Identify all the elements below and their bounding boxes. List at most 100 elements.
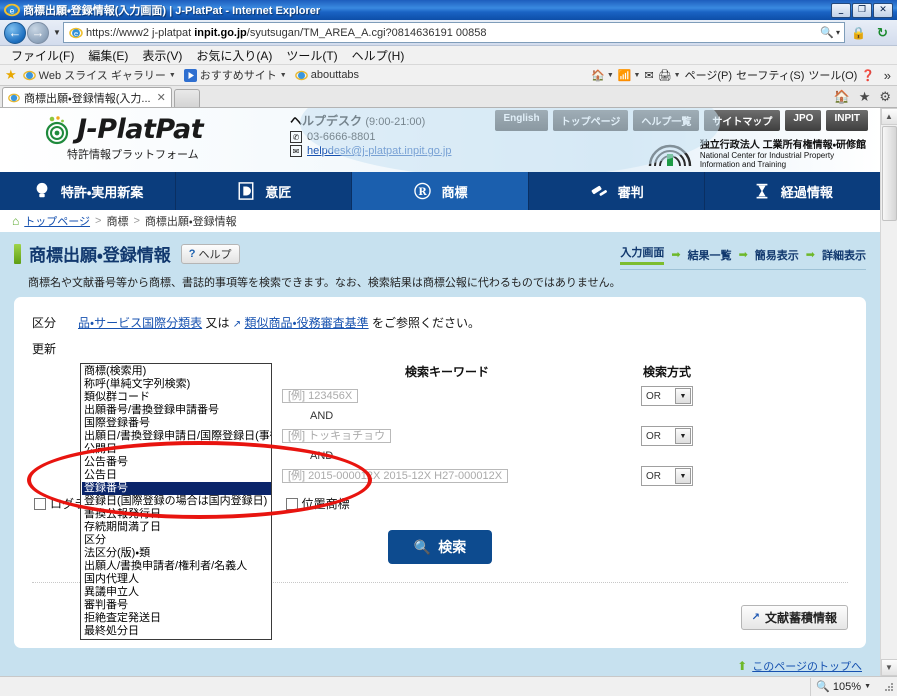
dropdown-option[interactable]: 類似群コード [82,391,271,404]
dropdown-option[interactable]: 異議申立人 [82,586,271,599]
nav-progress-info[interactable]: 経過情報 [705,172,880,210]
new-tab-button[interactable] [173,89,200,107]
search-icon[interactable]: 🔍 [818,26,836,39]
scroll-thumb[interactable] [881,126,897,221]
dropdown-option[interactable]: 公告番号 [82,456,271,469]
dropdown-option[interactable]: 出願日/書換登録申請日/国際登録日(事後指定日) [82,430,271,443]
favorites-icon[interactable]: ★ [859,89,871,105]
checkbox-box[interactable] [34,497,46,510]
resize-grip-icon[interactable] [883,681,895,693]
close-icon[interactable]: ✕ [157,91,166,104]
forward-button[interactable]: → [27,21,49,44]
nav-trial[interactable]: 審判 [529,172,705,210]
favorites-star-icon[interactable]: ★ [5,67,17,83]
close-button[interactable]: ✕ [873,2,893,18]
cmd-tools[interactable]: ツール(O) [808,67,857,83]
class-link-international[interactable]: 品・サービス国際分類表 [78,316,202,330]
dropdown-option[interactable]: 拒絶査定発送日 [82,612,271,625]
zoom-control[interactable]: 🔍 105% ▼ [810,677,876,696]
tab-trademark-search[interactable]: 商標出願・登録情報(入力... ✕ [2,87,172,107]
menu-favorites[interactable]: お気に入り(A) [189,47,279,64]
dropdown-option[interactable]: 商標(検索用) [82,365,271,378]
utility-help-list[interactable]: ヘルプ一覧 [633,110,700,131]
keyword-input-3[interactable]: [例] 2015-000012X 2015-12X H27-000012X [282,468,509,483]
keyword-input-1[interactable]: [例] 123456X [282,388,359,403]
page-scrollbar-vertical[interactable]: ▲ ▼ [880,108,897,676]
scroll-down-button[interactable]: ▼ [880,659,897,676]
dropdown-option[interactable]: 登録日(国際登録の場合は国内登録日) [82,495,271,508]
method-select-3[interactable]: OR ▼ [641,466,693,486]
home-icon[interactable]: ⌂ [12,214,19,228]
home-icon[interactable]: 🏠 [834,89,850,105]
menu-file[interactable]: ファイル(F) [4,47,81,64]
utility-sitemap[interactable]: サイトマップ [704,110,781,131]
home-icon[interactable]: 🏠 ▼ [591,69,614,82]
chevron-down-icon[interactable]: ▼ [675,388,691,404]
dropdown-option[interactable]: 存続期間満了日 [82,521,271,534]
chevron-down-icon[interactable]: ▼ [169,72,176,79]
nav-design[interactable]: 意匠 [176,172,353,210]
dropdown-option[interactable]: 区分 [82,534,271,547]
menu-view[interactable]: 表示(V) [135,47,189,64]
dropdown-option[interactable]: 国内代理人 [82,573,271,586]
dropdown-option[interactable]: 出願番号/書換登録申請番号 [82,404,271,417]
chevron-down-icon[interactable]: ▼ [675,468,691,484]
favorite-suggested-sites[interactable]: おすすめサイト ▼ [182,67,289,83]
chevron-down-icon[interactable]: ▼ [280,72,287,79]
cmd-safety[interactable]: セーフティ(S) [736,67,804,83]
overflow-chevron-icon[interactable]: » [884,68,891,83]
checkbox-position-trademark[interactable]: 位置商標 [285,495,350,512]
minimize-button[interactable]: _ [831,2,851,18]
utility-toppage[interactable]: トップページ [552,110,629,131]
recent-pages-chevron-icon[interactable]: ▼ [51,22,63,44]
utility-jpo[interactable]: JPO [785,110,822,131]
keyword-input-2[interactable]: [例] トッキョチョウ [282,428,392,443]
refresh-icon[interactable]: ↻ [872,22,893,43]
dropdown-option[interactable]: 最終処分日 [82,625,271,638]
menu-help[interactable]: ヘルプ(H) [345,47,412,64]
dropdown-option[interactable]: 書換公報発行日 [82,508,271,521]
nav-patent-utility[interactable]: 特許・実用新案 [0,172,177,210]
checkbox-box[interactable] [285,497,298,510]
document-accumulation-button[interactable]: ↗ 文献蓄積情報 [740,605,848,630]
search-field-dropdown-list[interactable]: 商標(検索用) 称呼(単純文字列検索) 類似群コード 出願番号/書換登録申請番号 国際登… [80,363,272,640]
print-icon[interactable]: 🖨 ▼ [658,69,681,82]
site-logo[interactable]: J-PlatPat 特許情報プラットフォーム [45,114,204,162]
dropdown-option[interactable]: 国際登録番号 [82,417,271,430]
feeds-icon[interactable]: 📶 ▼ [618,69,641,82]
mail-icon[interactable]: ✉ [644,69,653,82]
dropdown-option[interactable]: 法区分(版)・類 [82,547,271,560]
cmd-page[interactable]: ページ(P) [685,67,732,83]
chevron-down-icon[interactable]: ▼ [675,428,691,444]
nav-trademark[interactable]: R 商標 [352,172,529,210]
url-input[interactable]: e https://www2 j-platpat inpit.go.jp/syu… [63,22,845,43]
chevron-down-icon[interactable]: ▼ [864,683,871,690]
class-link-similar-goods[interactable]: 類似商品・役務審査基準 [245,316,369,330]
back-to-top-link[interactable]: このページのトップへ [752,658,862,674]
gear-icon[interactable]: ⚙ [879,89,891,105]
dropdown-option[interactable]: 公告日 [82,469,271,482]
utility-inpit[interactable]: INPIT [826,110,868,131]
breadcrumb-top-page[interactable]: トップページ [24,213,90,229]
dropdown-option[interactable]: 登録番号 [82,482,271,495]
maximize-button[interactable]: ❐ [852,2,872,18]
dropdown-option[interactable]: 称呼(単純文字列検索) [82,378,271,391]
search-button[interactable]: 🔍 検索 [387,530,493,564]
favorite-web-slice-gallery[interactable]: Web スライス ギャラリー ▼ [21,67,178,83]
email-link[interactable]: helpdesk@j-platpat.inpit.go.jp [307,145,451,157]
scroll-up-button[interactable]: ▲ [880,108,897,125]
address-dropdown-icon[interactable]: ▾ [836,28,842,37]
method-select-2[interactable]: OR ▼ [641,426,693,446]
method-select-1[interactable]: OR ▼ [641,386,693,406]
favorite-abouttabs[interactable]: abouttabs [293,69,361,82]
dropdown-option[interactable]: 出願人/書換申請者/権利者/名義人 [82,560,271,573]
help-button[interactable]: ? ヘルプ [180,243,240,264]
back-button[interactable]: ← [4,21,26,44]
dropdown-option[interactable]: 公開日 [82,443,271,456]
help-icon[interactable]: ❓ [861,69,875,82]
utility-english[interactable]: English [495,110,548,131]
dropdown-option[interactable]: 審判番号 [82,599,271,612]
menu-edit[interactable]: 編集(E) [81,47,135,64]
lock-icon[interactable]: 🔒 [848,22,869,43]
menu-tools[interactable]: ツール(T) [279,47,344,64]
